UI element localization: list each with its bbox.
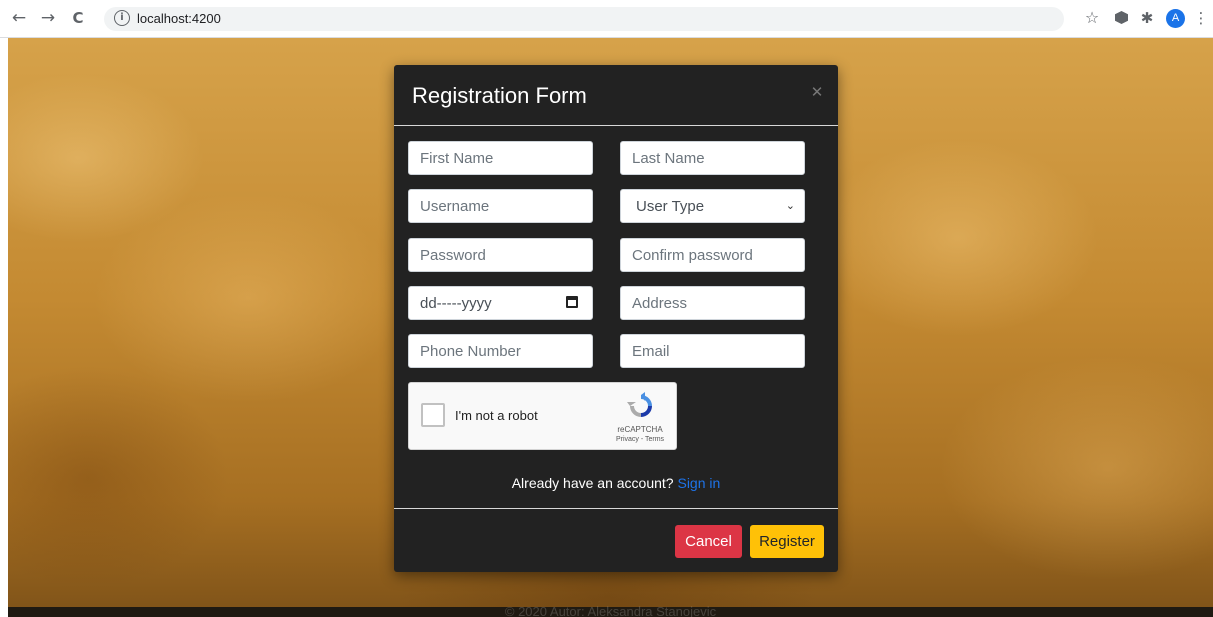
first-name-input[interactable] — [408, 141, 593, 175]
close-icon[interactable]: ✕ — [810, 85, 824, 100]
recaptcha-logo-icon — [627, 392, 652, 417]
recaptcha-privacy-terms[interactable]: Privacy - Terms — [605, 436, 675, 443]
user-type-selected: User Type — [636, 198, 705, 215]
extension-icon[interactable] — [1115, 11, 1128, 24]
address-input[interactable] — [620, 286, 805, 320]
profile-avatar[interactable]: A — [1166, 9, 1185, 28]
chevron-down-icon: ⌄ — [785, 199, 795, 212]
cancel-button[interactable]: Cancel — [675, 525, 742, 558]
back-icon[interactable]: ← — [9, 8, 29, 28]
extensions-puzzle-icon[interactable]: ✱ — [1138, 9, 1156, 27]
registration-modal: Registration Form ✕ User Type ⌄ dd-----y… — [394, 65, 838, 572]
modal-footer: Cancel Register — [394, 508, 838, 573]
browser-toolbar: ← → C i localhost:4200 ☆ ✱ A ⋮ — [0, 0, 1213, 38]
recaptcha-label: I'm not a robot — [455, 408, 538, 423]
recaptcha-widget: I'm not a robot reCAPTCHA Privacy - Term… — [408, 382, 677, 450]
url-text[interactable]: localhost:4200 — [137, 11, 221, 26]
bookmark-star-icon[interactable]: ☆ — [1083, 9, 1101, 27]
recaptcha-checkbox[interactable] — [421, 403, 445, 427]
recaptcha-brand: reCAPTCHA — [617, 425, 663, 434]
forward-icon[interactable]: → — [38, 8, 58, 28]
site-info-icon[interactable]: i — [114, 10, 130, 26]
birth-date-input[interactable]: dd-----yyyy — [408, 286, 593, 320]
signin-link[interactable]: Sign in — [677, 475, 720, 491]
address-bar[interactable]: i localhost:4200 — [104, 7, 1064, 31]
signin-prompt: Already have an account? — [511, 475, 674, 491]
username-input[interactable] — [408, 189, 593, 223]
last-name-input[interactable] — [620, 141, 805, 175]
email-input[interactable] — [620, 334, 805, 368]
calendar-icon[interactable] — [566, 296, 578, 308]
confirm-password-input[interactable] — [620, 238, 805, 272]
user-type-select[interactable]: User Type ⌄ — [620, 189, 805, 223]
phone-number-input[interactable] — [408, 334, 593, 368]
modal-title: Registration Form — [412, 83, 587, 108]
register-button[interactable]: Register — [750, 525, 824, 558]
browser-menu-icon[interactable]: ⋮ — [1192, 9, 1210, 27]
signin-row: Already have an account? Sign in — [394, 475, 838, 491]
password-input[interactable] — [408, 238, 593, 272]
reload-icon[interactable]: C — [68, 8, 88, 28]
page-background: © 2020 Autor: Aleksandra Stanojevic Regi… — [8, 38, 1213, 617]
footer-text: © 2020 Autor: Aleksandra Stanojevic — [504, 604, 717, 617]
date-value: dd-----yyyy — [420, 295, 492, 312]
modal-header: Registration Form ✕ — [394, 65, 838, 126]
